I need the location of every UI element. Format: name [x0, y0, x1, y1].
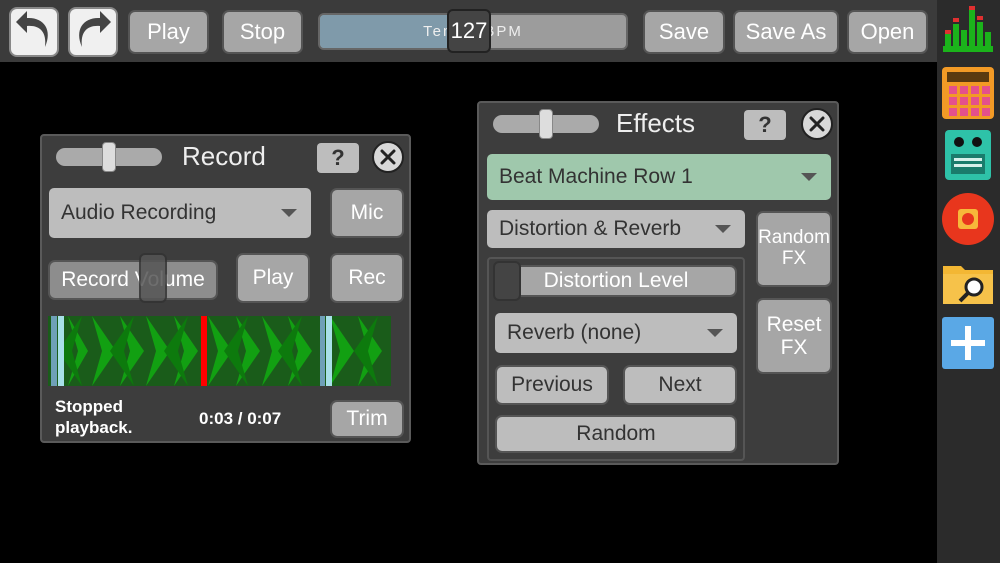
close-icon [809, 116, 825, 132]
chevron-down-icon [707, 329, 723, 337]
random-fx-button[interactable]: Random FX [756, 211, 832, 287]
chevron-down-icon [715, 225, 731, 233]
mic-button[interactable]: Mic [330, 188, 404, 238]
save-as-button[interactable]: Save As [733, 10, 839, 54]
add-module-icon[interactable] [941, 316, 995, 370]
beat-pad-icon[interactable] [941, 66, 995, 120]
recording-source-select[interactable]: Audio Recording [49, 188, 311, 238]
effect-target-select[interactable]: Beat Machine Row 1 [487, 154, 831, 200]
record-panel-title: Record [182, 141, 266, 171]
reverb-select[interactable]: Reverb (none) [495, 313, 737, 353]
record-help-button[interactable]: ? [317, 143, 359, 173]
folder-search-icon[interactable] [941, 254, 995, 308]
play-button[interactable]: Play [128, 10, 209, 54]
redo-button[interactable] [68, 7, 118, 57]
stop-button[interactable]: Stop [222, 10, 303, 54]
top-toolbar: Play Stop Tempo BPM 127 Save Save As Ope… [0, 0, 937, 62]
reset-fx-button[interactable]: Reset FX [756, 298, 832, 374]
close-icon [380, 149, 396, 165]
random-button[interactable]: Random [495, 415, 737, 453]
tempo-slider-handle[interactable]: 127 [447, 9, 491, 53]
effects-panel-title: Effects [616, 108, 696, 138]
record-volume-slider[interactable]: Record Volume [48, 260, 218, 300]
rec-button[interactable]: Rec [330, 253, 404, 303]
recording-waveform[interactable] [48, 316, 391, 386]
next-button[interactable]: Next [623, 365, 737, 405]
chevron-down-icon [281, 209, 297, 217]
playback-time: 0:03 / 0:07 [199, 409, 282, 428]
effects-help-button[interactable]: ? [744, 110, 786, 140]
trim-button[interactable]: Trim [330, 400, 404, 438]
record-volume-handle[interactable] [139, 253, 167, 303]
synth-keyboard-icon[interactable] [941, 128, 995, 182]
record-panel-size-handle[interactable] [102, 142, 116, 172]
reverb-value: Reverb (none) [507, 321, 642, 344]
distortion-level-handle[interactable] [493, 261, 521, 301]
equalizer-icon[interactable] [941, 4, 995, 58]
effect-target-value: Beat Machine Row 1 [499, 165, 693, 188]
undo-arrow-icon [16, 11, 48, 47]
recording-source-value: Audio Recording [61, 201, 217, 224]
previous-button[interactable]: Previous [495, 365, 609, 405]
effects-close-button[interactable] [801, 108, 833, 140]
effect-preset-select[interactable]: Distortion & Reverb [487, 210, 745, 248]
effects-panel: Effects ? Beat Machine Row 1 Distortion … [477, 101, 839, 465]
chevron-down-icon [801, 173, 817, 181]
redo-arrow-icon [79, 11, 111, 47]
record-panel: Record ? Audio Recording Mic Record Volu… [40, 134, 411, 443]
effects-panel-size-handle[interactable] [539, 109, 553, 139]
undo-button[interactable] [9, 7, 59, 57]
record-play-button[interactable]: Play [236, 253, 310, 303]
record-icon[interactable] [941, 192, 995, 246]
module-sidebar [937, 0, 1000, 563]
open-button[interactable]: Open [847, 10, 928, 54]
record-close-button[interactable] [372, 141, 404, 173]
distortion-level-slider[interactable]: Distortion Level [495, 265, 737, 297]
waveform-graphic [48, 316, 391, 386]
effect-preset-value: Distortion & Reverb [499, 217, 682, 240]
save-button[interactable]: Save [643, 10, 725, 54]
playback-status: Stopped playback. [55, 397, 133, 437]
